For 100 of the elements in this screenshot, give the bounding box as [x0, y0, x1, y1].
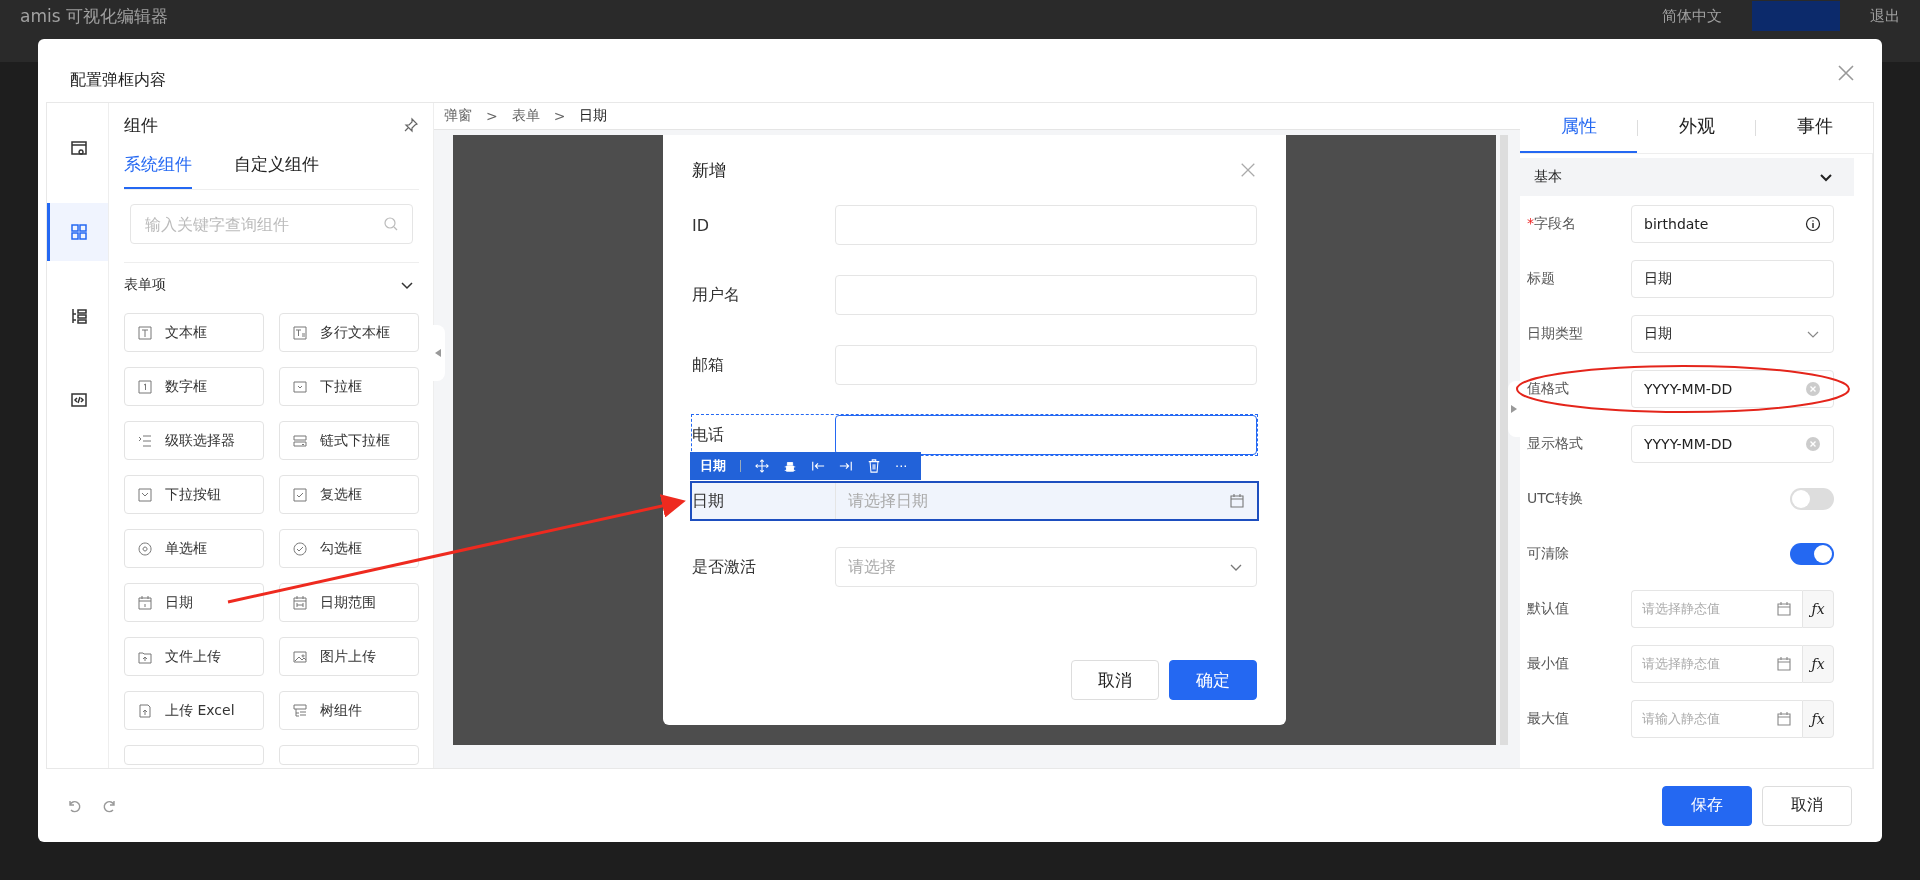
component-item[interactable]: 数字框	[124, 367, 264, 406]
field-label: 邮箱	[692, 354, 725, 376]
property-tab[interactable]: 属性	[1520, 103, 1637, 153]
field-label: 用户名	[692, 284, 741, 306]
component-item[interactable]: 日期范围	[279, 583, 419, 622]
breadcrumb-item[interactable]: 日期	[579, 107, 608, 125]
sidebar-tab[interactable]	[47, 203, 108, 261]
form-item[interactable]: 是否激活 请选择	[692, 547, 1257, 587]
toggle-switch[interactable]	[1790, 487, 1834, 510]
cancel-button[interactable]: 取消	[1762, 785, 1852, 826]
triangle-left-icon	[435, 349, 441, 357]
component-item[interactable]: 上传 Excel	[124, 691, 264, 730]
list-icon	[137, 432, 153, 449]
panel-tab[interactable]: 系统组件	[124, 147, 192, 189]
toggle-switch[interactable]	[1790, 542, 1834, 565]
panel-title: 组件	[124, 113, 158, 137]
tree-icon	[292, 702, 308, 719]
property-label: 最小值	[1527, 654, 1570, 673]
window-gear-icon	[69, 138, 89, 158]
input-field[interactable]: birthdate	[1631, 204, 1834, 243]
property-label: 显示格式	[1527, 434, 1584, 453]
grid-icon	[69, 222, 89, 242]
field-label: 电话	[692, 424, 725, 446]
property-label: *字段名	[1527, 214, 1577, 233]
clear-icon[interactable]	[1805, 435, 1821, 452]
component-item[interactable]: 文本框	[124, 313, 264, 352]
save-button[interactable]: 保存	[1662, 785, 1752, 826]
number-box-icon	[137, 378, 153, 395]
calendar-icon	[1776, 710, 1792, 727]
input-field[interactable]: YYYY-MM-DD	[1631, 369, 1834, 408]
component-item[interactable]: 复选框	[279, 475, 419, 514]
component-item[interactable]: 图片上传	[279, 637, 419, 676]
component-item[interactable]: 单选框	[124, 529, 264, 568]
component-item[interactable]: 树组件	[279, 691, 419, 730]
move-icon[interactable]	[755, 459, 769, 473]
toolbar-label: 日期	[700, 457, 726, 475]
clear-icon[interactable]	[1805, 380, 1821, 397]
textarea-icon	[292, 324, 308, 341]
pin-icon[interactable]	[403, 117, 419, 133]
property-label: 默认值	[1527, 599, 1570, 618]
field-label: 日期	[692, 490, 725, 512]
formula-button[interactable]: ƒx	[1802, 589, 1834, 628]
section-header[interactable]: 基本	[1520, 158, 1854, 196]
component-item[interactable]: 多行文本框	[279, 313, 419, 352]
confirm-button[interactable]: 确定	[1169, 660, 1257, 700]
formula-button[interactable]: ƒx	[1802, 699, 1834, 738]
trash-icon[interactable]	[867, 459, 881, 473]
panel-tab[interactable]: 自定义组件	[234, 147, 319, 187]
breadcrumb-separator: >	[553, 108, 566, 124]
cancel-button[interactable]: 取消	[1071, 660, 1159, 700]
component-item[interactable]: 下拉框	[279, 367, 419, 406]
form-item[interactable]: 邮箱	[692, 345, 1257, 385]
group-title: 表单项	[124, 276, 166, 294]
formula-button[interactable]: ƒx	[1802, 644, 1834, 683]
input-field[interactable]: 日期	[1631, 259, 1834, 298]
component-item[interactable]: 文件上传	[124, 637, 264, 676]
dropdown-box-icon	[292, 378, 308, 395]
component-item[interactable]: 下拉按钮	[124, 475, 264, 514]
calendar-range-icon	[292, 594, 308, 611]
checkbox-icon	[292, 486, 308, 503]
breadcrumb-item[interactable]: 表单	[511, 107, 540, 125]
component-item[interactable]: 链式下拉框	[279, 421, 419, 460]
property-tab[interactable]: 事件	[1756, 103, 1873, 153]
insert-after-icon[interactable]	[839, 459, 853, 473]
form-item[interactable]: ID	[692, 205, 1257, 245]
component-item[interactable]: 日期	[124, 583, 264, 622]
placeholder: 请选择日期	[848, 490, 929, 512]
file-upload-icon	[137, 702, 153, 719]
component-item[interactable]: 级联选择器	[124, 421, 264, 460]
radio-icon	[137, 540, 153, 557]
close-icon[interactable]	[1239, 161, 1257, 179]
insert-before-icon[interactable]	[811, 459, 825, 473]
text-box-icon	[137, 324, 153, 341]
form-item[interactable]: 用户名	[692, 275, 1257, 315]
input-field[interactable]: 日期	[1631, 314, 1834, 353]
property-label: 值格式	[1527, 379, 1570, 398]
stacked-select-icon	[292, 432, 308, 449]
field-label: 是否激活	[692, 556, 757, 578]
collapse-handle[interactable]	[431, 325, 445, 381]
breadcrumb-separator: >	[486, 108, 498, 124]
component-item[interactable]: 勾选框	[279, 529, 419, 568]
calendar-icon	[1776, 600, 1792, 617]
form-item[interactable]: 电话	[692, 415, 1257, 455]
app-title: amis 可视化编辑器	[20, 4, 168, 28]
exit-link[interactable]: 退出	[1870, 6, 1900, 26]
scrollbar[interactable]	[1500, 135, 1508, 745]
property-tab[interactable]: 外观	[1638, 103, 1755, 153]
language-select[interactable]: 简体中文	[1662, 6, 1722, 26]
dialog-title: 配置弹框内容	[70, 70, 167, 91]
property-label: UTC转换	[1527, 489, 1584, 508]
search-field[interactable]: 输入关键字查询组件	[130, 204, 413, 244]
more-button[interactable]: ···	[895, 458, 908, 474]
property-label: 日期类型	[1527, 324, 1584, 343]
form-dialog-title: 新增	[692, 158, 726, 182]
triangle-right-icon	[1511, 405, 1517, 413]
input-field[interactable]	[835, 415, 1257, 455]
breadcrumb-item[interactable]: 弹窗	[444, 107, 472, 125]
input-field[interactable]: YYYY-MM-DD	[1631, 424, 1834, 463]
collapse-handle[interactable]	[1508, 381, 1520, 437]
close-icon[interactable]	[1836, 62, 1856, 83]
